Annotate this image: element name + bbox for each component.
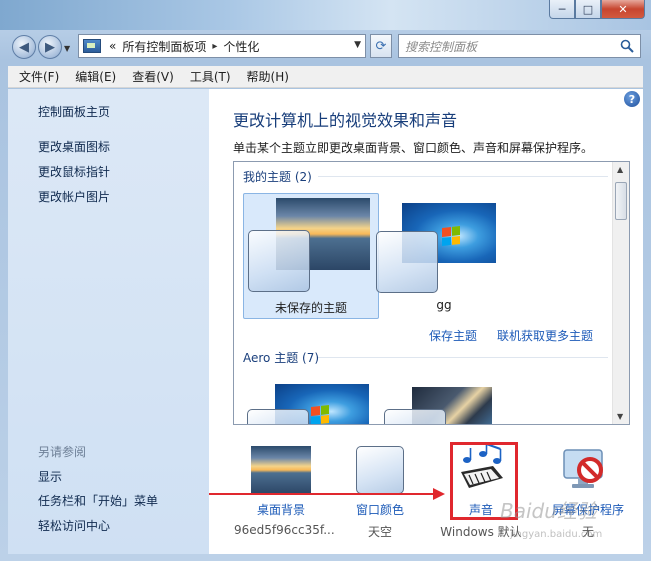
search-input[interactable]: 搜索控制面板: [398, 34, 641, 58]
menu-edit[interactable]: 编辑(E): [70, 68, 121, 85]
watermark-url: jingyan.baidu.com: [510, 529, 603, 540]
theme-color-overlay: [247, 409, 309, 424]
address-prefix[interactable]: «: [109, 39, 116, 53]
control-panel-window: ─ □ ✕ ◀ ▶ ▼ « 所有控制面板项 ▸ 个性化 ▼ ⟳ 搜索控制面板 文…: [0, 0, 651, 561]
aero-themes-heading: Aero 主题 (7): [243, 351, 320, 365]
control-panel-icon: [83, 39, 101, 53]
recent-pages-dropdown-icon[interactable]: ▼: [64, 44, 70, 53]
theme-color-overlay: [376, 231, 438, 293]
search-icon[interactable]: [620, 39, 634, 53]
see-also-ease-of-access[interactable]: 轻松访问中心: [38, 517, 110, 534]
back-arrow-icon[interactable]: ◀: [12, 35, 36, 59]
scroll-down-icon[interactable]: ▼: [617, 412, 623, 421]
navigation-bar: ◀ ▶ ▼ « 所有控制面板项 ▸ 个性化 ▼ ⟳ 搜索控制面板: [0, 30, 651, 62]
theme-unsaved[interactable]: 未保存的主题: [243, 193, 379, 319]
window-color-label[interactable]: 窗口颜色: [340, 501, 420, 518]
menu-file[interactable]: 文件(F): [14, 68, 64, 85]
screen-saver-icon: [563, 449, 603, 488]
refresh-icon[interactable]: ⟳: [370, 34, 392, 58]
windows-logo-icon: [442, 226, 460, 246]
breadcrumb-parent[interactable]: 所有控制面板项: [122, 38, 206, 55]
group-divider: [318, 176, 608, 177]
see-also-heading: 另请参阅: [38, 445, 87, 459]
group-divider: [318, 357, 608, 358]
theme-gg[interactable]: gg: [376, 193, 512, 319]
window-color-value: 天空: [367, 525, 392, 539]
annotation-arrow-icon: [209, 488, 445, 500]
menu-tools[interactable]: 工具(T): [185, 68, 236, 85]
menu-view[interactable]: 查看(V): [127, 68, 179, 85]
desktop-background-value: 96ed5f96cc35f...: [234, 523, 335, 537]
desktop-background-label[interactable]: 桌面背景: [234, 501, 328, 518]
theme-name: gg: [436, 298, 452, 312]
sidebar-control-panel-home[interactable]: 控制面板主页: [38, 103, 110, 120]
theme-list-scrollbar[interactable]: ▲ ▼: [612, 162, 629, 424]
windows-logo-icon: [311, 405, 329, 424]
desktop-background-icon: [251, 446, 311, 494]
breadcrumb-separator-icon[interactable]: ▸: [212, 41, 217, 52]
theme-color-overlay: [248, 230, 310, 292]
address-dropdown-icon[interactable]: ▼: [354, 40, 361, 50]
menu-bar: 文件(F) 编辑(E) 查看(V) 工具(T) 帮助(H): [8, 66, 643, 88]
scroll-thumb[interactable]: [615, 182, 627, 220]
search-placeholder: 搜索控制面板: [405, 39, 478, 54]
theme-color-overlay: [384, 409, 446, 424]
scroll-up-icon[interactable]: ▲: [617, 165, 623, 174]
window-color-icon: [356, 446, 404, 494]
maximize-button[interactable]: □: [575, 0, 601, 19]
close-button[interactable]: ✕: [601, 0, 645, 19]
page-title: 更改计算机上的视觉效果和声音: [233, 111, 458, 130]
sidebar: 控制面板主页 更改桌面图标 更改鼠标指针 更改帐户图片 另请参阅 显示 任务栏和…: [8, 89, 209, 554]
minimize-button[interactable]: ─: [549, 0, 575, 19]
page-description: 单击某个主题立即更改桌面背景、窗口颜色、声音和屏幕保护程序。: [233, 141, 594, 155]
theme-name: 未保存的主题: [274, 301, 347, 315]
theme-list[interactable]: 我的主题 (2) 未保存的主题 gg 保存主题 联机获取更多主题 Aero 主题…: [233, 161, 630, 425]
caption-buttons: ─ □ ✕: [549, 0, 645, 19]
get-more-themes-online-link[interactable]: 联机获取更多主题: [497, 327, 593, 344]
sidebar-change-mouse-pointers[interactable]: 更改鼠标指针: [38, 163, 110, 180]
menu-help[interactable]: 帮助(H): [242, 68, 294, 85]
sidebar-change-desktop-icons[interactable]: 更改桌面图标: [38, 138, 110, 155]
help-icon[interactable]: ?: [624, 91, 640, 107]
sidebar-change-account-picture[interactable]: 更改帐户图片: [38, 188, 110, 205]
address-bar[interactable]: « 所有控制面板项 ▸ 个性化 ▼: [78, 34, 366, 58]
watermark: Baidu经验: [500, 499, 597, 523]
see-also-display[interactable]: 显示: [38, 468, 62, 485]
breadcrumb-current[interactable]: 个性化: [223, 38, 259, 55]
save-theme-link[interactable]: 保存主题: [429, 327, 477, 344]
forward-arrow-icon[interactable]: ▶: [38, 35, 62, 59]
see-also-taskbar-start-menu[interactable]: 任务栏和「开始」菜单: [38, 492, 158, 509]
my-themes-heading: 我的主题 (2): [243, 170, 312, 184]
